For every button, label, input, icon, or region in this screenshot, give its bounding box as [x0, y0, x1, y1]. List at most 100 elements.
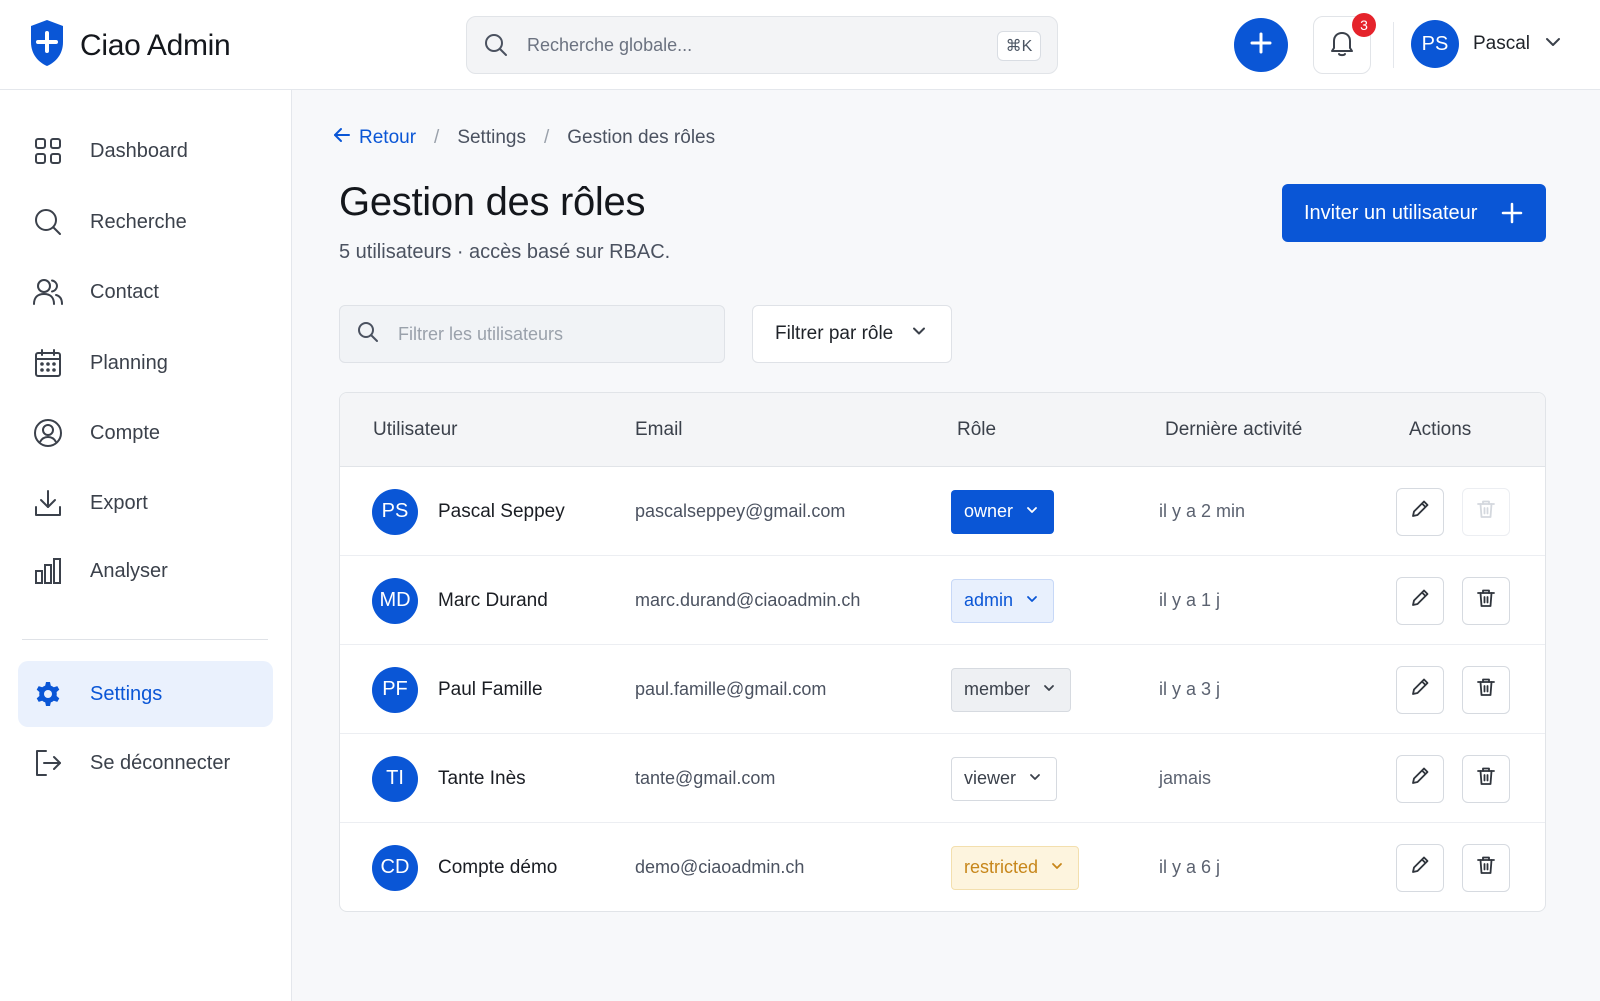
app-name: Ciao Admin — [80, 28, 231, 62]
edit-button[interactable] — [1396, 576, 1444, 625]
sidebar-item-planning[interactable]: Planning — [18, 330, 273, 396]
edit-button[interactable] — [1396, 487, 1444, 536]
sidebar-item-label: Planning — [90, 351, 168, 374]
filter-users-placeholder: Filtrer les utilisateurs — [398, 323, 564, 344]
sidebar-item-export[interactable]: Export — [18, 470, 273, 536]
gear-icon — [32, 678, 64, 710]
search-icon — [483, 32, 509, 58]
user-cell: PS Pascal Seppey — [372, 467, 565, 556]
role-cell: member — [951, 645, 1072, 734]
delete-button[interactable] — [1462, 754, 1510, 803]
user-name: Compte démo — [438, 856, 558, 878]
user-email: marc.durand@ciaoadmin.ch — [635, 590, 861, 610]
invite-user-button[interactable]: Inviter un utilisateur — [1282, 184, 1546, 242]
sidebar-item-analyser[interactable]: Analyser — [18, 538, 273, 604]
role-select-restricted[interactable]: restricted — [951, 845, 1080, 890]
plus-icon — [1500, 201, 1524, 231]
users-table: Utilisateur Email Rôle Dernière activité… — [339, 392, 1546, 912]
breadcrumb-item-settings[interactable]: Settings — [457, 127, 526, 149]
shortcut-hint: ⌘K — [997, 31, 1041, 61]
avatar: CD — [372, 844, 418, 891]
sidebar-item-label: Analyser — [90, 559, 168, 582]
user-cell: MD Marc Durand — [372, 556, 548, 645]
role-filter-dropdown[interactable]: Filtrer par rôle — [752, 305, 952, 363]
grid-icon — [32, 135, 64, 167]
delete-cell — [1462, 556, 1510, 645]
page-subtitle: 5 utilisateurs · accès basé sur RBAC. — [339, 241, 671, 263]
table-row: TI Tante Inès tante@gmail.com viewer jamais — [340, 734, 1545, 823]
quick-add-button[interactable] — [1234, 18, 1288, 72]
notifications-button[interactable]: 3 — [1313, 13, 1376, 74]
sidebar-item-recherche[interactable]: Recherche — [18, 189, 273, 255]
trash-icon — [1475, 587, 1497, 614]
last-activity: il y a 1 j — [1159, 590, 1221, 610]
sidebar-item-contact[interactable]: Contact — [18, 259, 273, 325]
sidebar-item-compte[interactable]: Compte — [18, 400, 273, 466]
user-name: Pascal — [1473, 33, 1531, 54]
shield-logo-icon — [28, 18, 66, 73]
back-link[interactable]: Retour — [333, 126, 416, 150]
user-menu[interactable]: PS Pascal — [1411, 20, 1562, 68]
global-search-input[interactable]: Recherche globale... ⌘K — [466, 16, 1058, 74]
user-cell: TI Tante Inès — [372, 734, 526, 823]
email-cell: marc.durand@ciaoadmin.ch — [635, 556, 860, 645]
edit-cell — [1396, 734, 1444, 823]
column-header-user: Utilisateur — [373, 419, 458, 440]
role-label: member — [964, 679, 1031, 699]
role-select-viewer[interactable]: viewer — [951, 756, 1058, 801]
trash-icon — [1475, 676, 1497, 703]
breadcrumb-separator: / — [434, 127, 440, 148]
page-title: Gestion des rôles — [339, 180, 646, 224]
download-icon — [32, 487, 64, 519]
role-cell: restricted — [951, 823, 1080, 911]
delete-cell — [1462, 467, 1510, 556]
role-select-owner[interactable]: owner — [951, 489, 1055, 534]
delete-button[interactable] — [1462, 576, 1510, 625]
column-header-email: Email — [635, 419, 683, 440]
breadcrumb: Retour / Settings / Gestion des rôles — [333, 126, 715, 150]
breadcrumb-separator: / — [543, 127, 550, 148]
users-icon — [32, 276, 64, 308]
avatar: PS — [1411, 20, 1459, 68]
filter-users-input[interactable]: Filtrer les utilisateurs — [339, 305, 725, 363]
edit-button[interactable] — [1396, 843, 1444, 892]
chevron-down-icon — [1544, 33, 1562, 56]
pencil-icon — [1409, 498, 1431, 525]
delete-button[interactable] — [1462, 665, 1510, 714]
activity-cell: jamais — [1159, 734, 1211, 823]
activity-cell: il y a 6 j — [1159, 823, 1220, 911]
role-cell: owner — [951, 467, 1055, 556]
avatar: PF — [372, 666, 418, 713]
email-cell: demo@ciaoadmin.ch — [635, 823, 804, 911]
role-filter-label: Filtrer par rôle — [775, 323, 894, 344]
edit-cell — [1396, 645, 1444, 734]
email-cell: paul.famille@gmail.com — [635, 645, 826, 734]
avatar: MD — [372, 577, 418, 624]
sidebar-item-settings[interactable]: Settings — [18, 661, 273, 727]
sidebar-item-label: Recherche — [90, 210, 187, 233]
user-name: Tante Inès — [438, 767, 526, 789]
sidebar-item-dashboard[interactable]: Dashboard — [18, 118, 273, 184]
logout-icon — [32, 747, 64, 779]
sidebar-item-label: Export — [90, 491, 148, 514]
arrow-left-icon — [333, 126, 351, 150]
role-select-member[interactable]: member — [951, 667, 1072, 712]
bell-icon — [1328, 28, 1356, 63]
edit-button[interactable] — [1396, 665, 1444, 714]
user-name: Marc Durand — [438, 589, 548, 611]
user-email: paul.famille@gmail.com — [635, 679, 827, 699]
activity-cell: il y a 2 min — [1159, 467, 1245, 556]
activity-cell: il y a 1 j — [1159, 556, 1220, 645]
brand[interactable]: Ciao Admin — [28, 18, 231, 73]
delete-button[interactable] — [1462, 843, 1510, 892]
user-cell: CD Compte démo — [372, 823, 558, 911]
table-row: PF Paul Famille paul.famille@gmail.com memb… — [340, 645, 1545, 734]
role-label: owner — [964, 501, 1014, 521]
table-header: Utilisateur Email Rôle Dernière activité… — [340, 393, 1545, 467]
edit-button[interactable] — [1396, 754, 1444, 803]
delete-button — [1462, 487, 1510, 536]
trash-icon — [1475, 498, 1497, 525]
role-cell: admin — [951, 556, 1055, 645]
sidebar-item-logout[interactable]: Se déconnecter — [18, 730, 273, 796]
role-select-admin[interactable]: admin — [951, 578, 1055, 623]
